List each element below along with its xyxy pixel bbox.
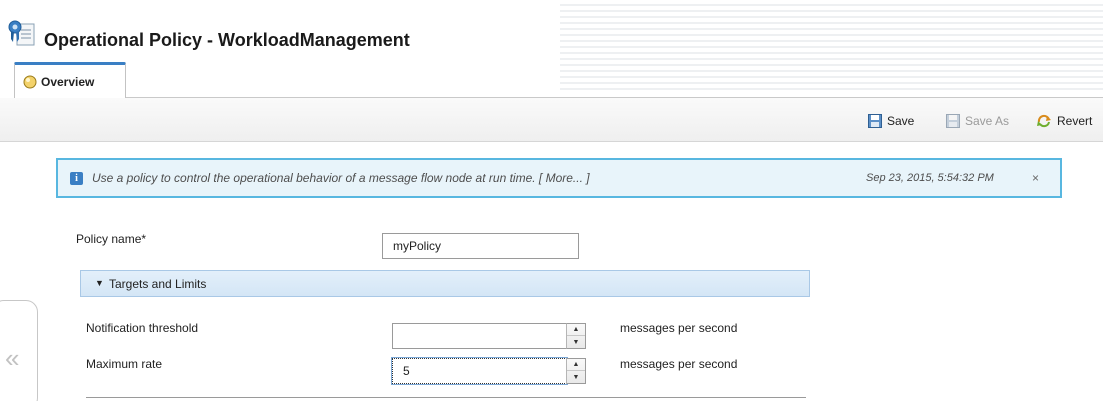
save-as-button[interactable]: Save As <box>946 112 1009 130</box>
tab-overview[interactable]: Overview <box>14 62 126 99</box>
close-icon[interactable]: × <box>1032 171 1039 185</box>
notification-threshold-unit: messages per second <box>620 321 738 335</box>
banner-timestamp: Sep 23, 2015, 5:54:32 PM <box>866 172 994 184</box>
save-label: Save <box>887 114 915 128</box>
targets-limits-section[interactable]: ▼ Targets and Limits <box>80 270 810 297</box>
section-divider <box>86 397 806 398</box>
info-banner: i Use a policy to control the operationa… <box>56 158 1062 198</box>
spin-down-icon[interactable]: ▼ <box>567 371 585 383</box>
revert-button[interactable]: Revert <box>1036 112 1092 130</box>
page-title: Operational Policy - WorkloadManagement <box>44 30 410 50</box>
editor-header: Operational Policy - WorkloadManagement <box>0 0 1103 92</box>
spin-up-icon[interactable]: ▲ <box>567 359 585 371</box>
banner-message[interactable]: Use a policy to control the operational … <box>92 171 590 185</box>
notification-threshold-input[interactable] <box>392 323 567 349</box>
policy-name-label: Policy name* <box>76 232 147 246</box>
overview-icon <box>23 75 37 89</box>
notification-threshold-label: Notification threshold <box>86 321 199 335</box>
save-as-icon <box>946 114 960 128</box>
side-panel-handle[interactable]: « <box>0 300 38 401</box>
expand-triangle-icon: ▼ <box>95 278 104 288</box>
save-button[interactable]: Save <box>868 112 914 130</box>
chevron-left-icon: « <box>5 343 20 373</box>
editor-toolbar: Save Save As Revert <box>0 98 1103 142</box>
info-icon: i <box>70 172 83 185</box>
policy-name-input[interactable] <box>382 233 579 259</box>
save-as-label: Save As <box>965 114 1010 128</box>
notification-threshold-spinner[interactable]: ▲ ▼ <box>566 323 586 349</box>
policy-ribbon-icon <box>8 20 35 46</box>
maximum-rate-spinner[interactable]: ▲ ▼ <box>566 358 586 384</box>
revert-label: Revert <box>1057 114 1093 128</box>
tab-bar: Overview <box>14 62 1103 99</box>
maximum-rate-input[interactable] <box>391 357 568 385</box>
maximum-rate-unit: messages per second <box>620 357 738 371</box>
spin-up-icon[interactable]: ▲ <box>567 324 585 336</box>
revert-icon <box>1037 114 1051 128</box>
section-title: Targets and Limits <box>109 277 207 291</box>
spin-down-icon[interactable]: ▼ <box>567 336 585 348</box>
maximum-rate-label: Maximum rate <box>86 357 163 371</box>
save-icon <box>868 114 882 128</box>
tab-overview-label: Overview <box>41 75 95 89</box>
